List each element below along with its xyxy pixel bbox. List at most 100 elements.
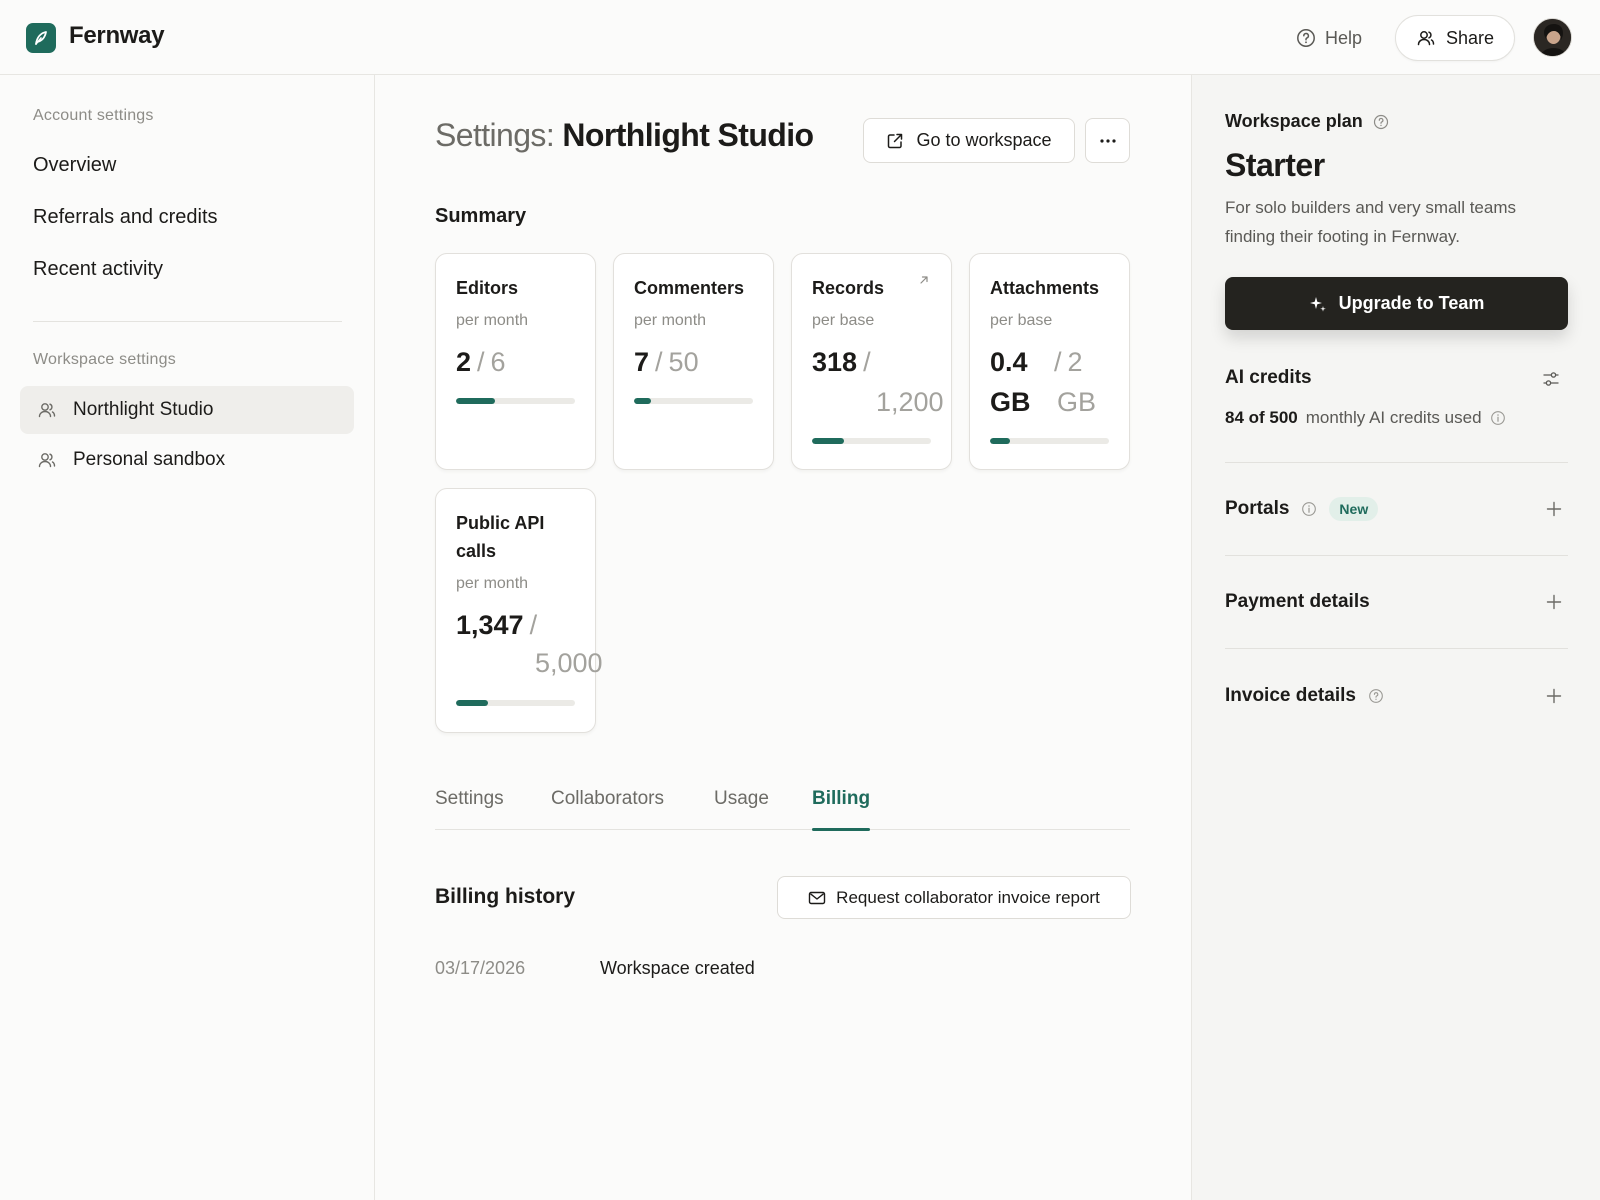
workspace-settings-heading: Workspace settings bbox=[33, 351, 176, 368]
upgrade-to-team-button[interactable]: Upgrade to Team bbox=[1225, 277, 1568, 330]
plus-icon[interactable] bbox=[1546, 688, 1562, 704]
settings-tabs: Settings Collaborators Usage Billing bbox=[435, 788, 1130, 831]
sidebar-item-label: Personal sandbox bbox=[73, 449, 226, 470]
usage-card-attachments: Attachments per base 0.4 /2 GB GB bbox=[969, 253, 1130, 470]
card-value-number: 0.4 bbox=[990, 347, 1028, 377]
sidebar-item-recent-activity[interactable]: Recent activity bbox=[33, 258, 163, 281]
tab-settings[interactable]: Settings bbox=[435, 788, 504, 830]
sliders-icon[interactable] bbox=[1542, 370, 1560, 388]
help-circle-icon[interactable] bbox=[1373, 114, 1389, 130]
portals-label: Portals bbox=[1225, 498, 1290, 519]
usage-progress-fill bbox=[634, 398, 651, 404]
user-avatar[interactable] bbox=[1533, 18, 1572, 57]
usage-card-commenters: Commenters per month 7/50 bbox=[613, 253, 774, 470]
usage-progress-bar bbox=[990, 438, 1109, 444]
info-icon[interactable] bbox=[1490, 410, 1506, 426]
usage-card-editors: Editors per month 2/6 bbox=[435, 253, 596, 470]
more-options-button[interactable] bbox=[1085, 118, 1130, 163]
sidebar-item-northlight-studio[interactable]: Northlight Studio bbox=[20, 386, 354, 434]
account-settings-heading: Account settings bbox=[33, 107, 154, 124]
usage-card-records[interactable]: Records per base 318/ 1,200 bbox=[791, 253, 952, 470]
info-icon[interactable] bbox=[1301, 501, 1317, 517]
card-limit-unit: GB bbox=[1057, 387, 1097, 417]
ai-credits-heading: AI credits bbox=[1225, 367, 1312, 388]
ai-credits-usage: 84 of 500 monthly AI credits used bbox=[1225, 408, 1506, 428]
sidebar-item-personal-sandbox[interactable]: Personal sandbox bbox=[20, 436, 354, 484]
go-to-workspace-button[interactable]: Go to workspace bbox=[863, 118, 1075, 163]
usage-card-public-api-calls: Public API calls per month 1,347/ 5,000 bbox=[435, 488, 603, 733]
plan-description: For solo builders and very small teams f… bbox=[1225, 198, 1517, 246]
tab-usage[interactable]: Usage bbox=[714, 788, 769, 830]
go-to-workspace-label: Go to workspace bbox=[916, 130, 1052, 150]
sidebar: Account settings Overview Referrals and … bbox=[0, 75, 375, 1200]
ai-credits-used: 84 of 500 bbox=[1225, 408, 1298, 427]
workspace-plan-panel: Workspace plan Starter For solo builders… bbox=[1191, 75, 1600, 1200]
arrow-up-right-icon[interactable] bbox=[919, 275, 929, 285]
tab-billing[interactable]: Billing bbox=[812, 788, 871, 831]
fernway-logo-icon[interactable] bbox=[26, 23, 56, 53]
card-limit: 6 bbox=[490, 347, 506, 377]
users-icon bbox=[37, 400, 57, 420]
request-invoice-report-label: Request collaborator invoice report bbox=[836, 887, 1100, 907]
help-circle-icon[interactable] bbox=[1368, 688, 1384, 704]
invoice-details-section[interactable]: Invoice details bbox=[1225, 681, 1568, 711]
usage-progress-fill bbox=[456, 700, 489, 706]
section-divider bbox=[1225, 648, 1568, 649]
usage-progress-bar bbox=[634, 398, 753, 404]
billing-history-heading: Billing history bbox=[435, 885, 576, 908]
invoice-details-label: Invoice details bbox=[1225, 685, 1356, 706]
card-separator: / bbox=[1054, 347, 1062, 377]
tab-collaborators[interactable]: Collaborators bbox=[551, 788, 664, 830]
section-divider bbox=[1225, 462, 1568, 463]
request-invoice-report-button[interactable]: Request collaborator invoice report bbox=[777, 876, 1131, 919]
upgrade-label: Upgrade to Team bbox=[1338, 293, 1485, 313]
top-bar: Fernway Help Share bbox=[0, 0, 1600, 75]
card-value: 1,347 bbox=[456, 610, 524, 640]
mail-icon bbox=[808, 890, 826, 906]
sidebar-item-overview[interactable]: Overview bbox=[33, 154, 116, 177]
plus-icon[interactable] bbox=[1546, 501, 1562, 517]
new-badge: New bbox=[1329, 497, 1379, 521]
card-separator: / bbox=[863, 347, 871, 377]
portals-section[interactable]: Portals New bbox=[1225, 494, 1568, 524]
help-circle-icon bbox=[1296, 28, 1316, 48]
usage-progress-fill bbox=[456, 398, 496, 404]
sidebar-item-referrals-and-credits[interactable]: Referrals and credits bbox=[33, 206, 218, 229]
card-separator: / bbox=[655, 347, 663, 377]
card-value: 7 bbox=[634, 347, 650, 377]
plus-icon[interactable] bbox=[1546, 594, 1562, 610]
workspace-plan-label: Workspace plan bbox=[1225, 111, 1363, 131]
card-title: Commenters bbox=[634, 278, 745, 298]
usage-progress-fill bbox=[990, 438, 1011, 444]
billing-row-date: 03/17/2026 bbox=[435, 958, 526, 978]
card-subtitle: per base bbox=[990, 312, 1053, 329]
card-separator: / bbox=[477, 347, 485, 377]
page-title: Settings: Northlight Studio bbox=[435, 117, 814, 154]
card-separator: / bbox=[529, 610, 538, 640]
card-subtitle: per month bbox=[634, 312, 707, 329]
sidebar-divider bbox=[33, 321, 342, 322]
usage-progress-fill bbox=[812, 438, 844, 444]
card-limit-number: 2 bbox=[1067, 347, 1083, 377]
card-limit: 50 bbox=[668, 347, 699, 377]
payment-details-section[interactable]: Payment details bbox=[1225, 587, 1568, 617]
usage-progress-bar bbox=[812, 438, 931, 444]
card-title: Editors bbox=[456, 278, 519, 298]
app-name[interactable]: Fernway bbox=[69, 22, 165, 50]
help-button[interactable]: Help bbox=[1296, 26, 1362, 50]
card-title: Public API calls bbox=[456, 513, 545, 561]
page-title-prefix: Settings: bbox=[435, 117, 555, 153]
workspace-plan-heading: Workspace plan bbox=[1225, 111, 1389, 132]
card-title: Attachments bbox=[990, 278, 1100, 298]
summary-heading: Summary bbox=[435, 205, 527, 227]
section-divider bbox=[1225, 555, 1568, 556]
sparkle-icon bbox=[1309, 295, 1327, 313]
users-icon bbox=[37, 450, 57, 470]
share-button[interactable]: Share bbox=[1395, 15, 1515, 61]
main-content: Settings: Northlight Studio Go to worksp… bbox=[376, 75, 1191, 1200]
card-subtitle: per month bbox=[456, 312, 529, 329]
usage-progress-bar bbox=[456, 700, 575, 706]
card-subtitle: per month bbox=[456, 575, 529, 592]
card-limit: 5,000 bbox=[535, 648, 603, 678]
card-value-unit: GB bbox=[990, 387, 1031, 417]
